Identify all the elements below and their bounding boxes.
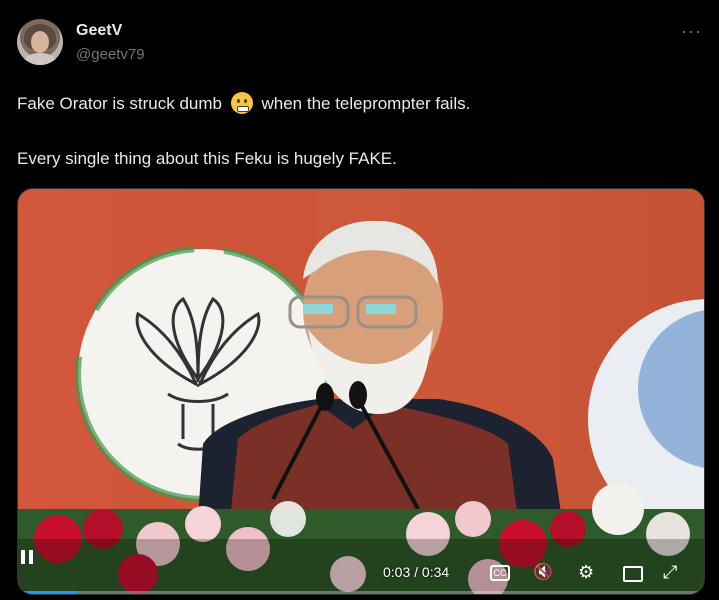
video-player[interactable]: 0:03 / 0:34 CC 🔇 ⚙ ⤢	[17, 188, 705, 595]
video-progress-fill	[18, 591, 79, 594]
video-controls: 0:03 / 0:34 CC 🔇 ⚙ ⤢	[18, 548, 704, 594]
post-text-part-1: Fake Orator is struck dumb	[17, 94, 223, 113]
mute-icon[interactable]: 🔇	[533, 562, 553, 582]
video-frame-image	[18, 189, 704, 594]
author-avatar[interactable]	[17, 19, 63, 65]
post-text-line-1: Fake Orator is struck dumb when the tele…	[17, 92, 470, 114]
more-options-icon[interactable]: ···	[681, 21, 702, 42]
post-text-line-2: Every single thing about this Feku is hu…	[17, 149, 397, 168]
author-name[interactable]: GeetV	[76, 22, 122, 40]
zipper-mouth-emoji-icon	[230, 92, 253, 114]
video-progress-bar[interactable]	[18, 591, 704, 594]
picture-in-picture-icon[interactable]	[623, 566, 643, 582]
post-text-part-2: when the teleprompter fails.	[261, 94, 471, 113]
settings-gear-icon[interactable]: ⚙	[578, 562, 594, 583]
video-time: 0:03 / 0:34	[383, 564, 450, 580]
captions-icon[interactable]: CC	[490, 565, 510, 581]
fullscreen-icon[interactable]: ⤢	[663, 562, 677, 583]
author-handle[interactable]: @geetv79	[76, 46, 145, 63]
pause-icon[interactable]	[18, 548, 36, 566]
